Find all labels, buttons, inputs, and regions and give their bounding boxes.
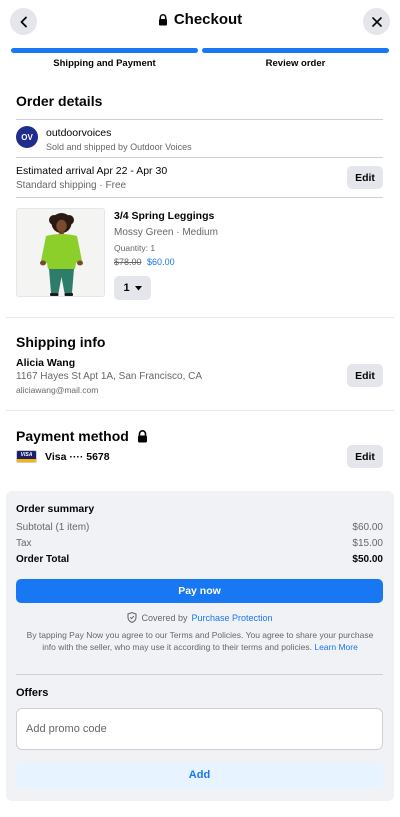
- seller-subtitle: Sold and shipped by Outdoor Voices: [46, 142, 192, 152]
- payment-title-group: Payment method: [16, 428, 148, 444]
- pay-now-button[interactable]: Pay now: [16, 579, 383, 603]
- step-progress-bar: [11, 48, 198, 53]
- promo-code-input[interactable]: [16, 708, 383, 750]
- shield-icon: [127, 612, 138, 623]
- product-variant: Mossy Green · Medium: [114, 227, 218, 238]
- step-review-order[interactable]: Review order: [202, 48, 389, 69]
- step-progress-bar: [202, 48, 389, 53]
- shipping-address: 1167 Hayes St Apt 1A, San Francisco, CA: [16, 371, 203, 382]
- product-quantity: Quantity: 1: [114, 243, 156, 253]
- summary-value: $50.00: [352, 554, 383, 565]
- purchase-protection: Covered by Purchase Protection: [0, 612, 400, 623]
- terms-disclaimer: By tapping Pay Now you agree to our Term…: [22, 630, 378, 653]
- card-brand-logo: VISA: [17, 451, 36, 459]
- summary-row-total: Order Total $50.00: [16, 554, 383, 565]
- summary-value: $60.00: [352, 522, 383, 533]
- offers-title: Offers: [16, 687, 49, 699]
- page-title: Checkout: [173, 11, 243, 28]
- order-details-title: Order details: [16, 93, 103, 109]
- checkout-header: Checkout: [0, 0, 400, 42]
- close-button[interactable]: [363, 8, 390, 35]
- protection-prefix: Covered by: [141, 612, 188, 623]
- summary-label: Order Total: [16, 554, 70, 565]
- checkout-steps: Shipping and Payment Review order: [11, 48, 389, 69]
- recipient-name: Alicia Wang: [16, 357, 76, 369]
- product-price: $78.00 $60.00: [114, 257, 175, 267]
- shipping-info-title: Shipping info: [16, 334, 106, 350]
- add-promo-button[interactable]: Add: [16, 762, 383, 788]
- lock-icon: [137, 429, 147, 442]
- seller-name[interactable]: outdoorvoices: [46, 127, 111, 139]
- edit-payment-button[interactable]: Edit: [347, 445, 383, 468]
- caret-down-icon: [134, 285, 142, 290]
- divider: [16, 674, 383, 675]
- visa-card-icon: VISA: [16, 450, 37, 463]
- divider: [16, 197, 383, 198]
- section-divider: [6, 410, 394, 411]
- quantity-dropdown[interactable]: 1: [114, 276, 151, 300]
- recipient-email: aliciawang@mail.com: [16, 385, 99, 395]
- card-label: Visa ···· 5678: [45, 450, 110, 463]
- summary-label: Tax: [16, 538, 32, 549]
- shipping-method: Standard shipping · Free: [16, 180, 127, 191]
- header-title-group: Checkout: [0, 11, 400, 28]
- selected-card[interactable]: VISA Visa ···· 5678: [16, 450, 110, 463]
- summary-row-subtotal: Subtotal (1 item) $60.00: [16, 522, 383, 533]
- section-divider: [6, 317, 394, 318]
- divider: [16, 119, 383, 120]
- edit-shipping-button[interactable]: Edit: [347, 364, 383, 387]
- summary-label: Subtotal (1 item): [16, 522, 90, 533]
- quantity-value: 1: [123, 282, 130, 294]
- sale-price: $60.00: [147, 257, 175, 267]
- estimated-arrival: Estimated arrival Apr 22 - Apr 30: [16, 165, 168, 177]
- summary-value: $15.00: [352, 538, 383, 549]
- product-photo: [17, 209, 104, 296]
- step-shipping-payment[interactable]: Shipping and Payment: [11, 48, 198, 69]
- learn-more-link[interactable]: Learn More: [314, 642, 357, 652]
- divider: [16, 157, 383, 158]
- summary-row-tax: Tax $15.00: [16, 538, 383, 549]
- step-label: Review order: [265, 58, 326, 69]
- product-name[interactable]: 3/4 Spring Leggings: [114, 210, 214, 222]
- edit-delivery-button[interactable]: Edit: [347, 166, 383, 189]
- seller-avatar[interactable]: OV: [16, 126, 38, 148]
- payment-method-title: Payment method: [16, 428, 129, 444]
- close-icon: [371, 16, 382, 27]
- step-label: Shipping and Payment: [53, 58, 156, 69]
- purchase-protection-link[interactable]: Purchase Protection: [191, 613, 272, 623]
- lock-icon: [158, 13, 167, 25]
- product-image[interactable]: [16, 208, 105, 297]
- original-price: $78.00: [114, 257, 142, 267]
- order-summary-title: Order summary: [16, 503, 95, 515]
